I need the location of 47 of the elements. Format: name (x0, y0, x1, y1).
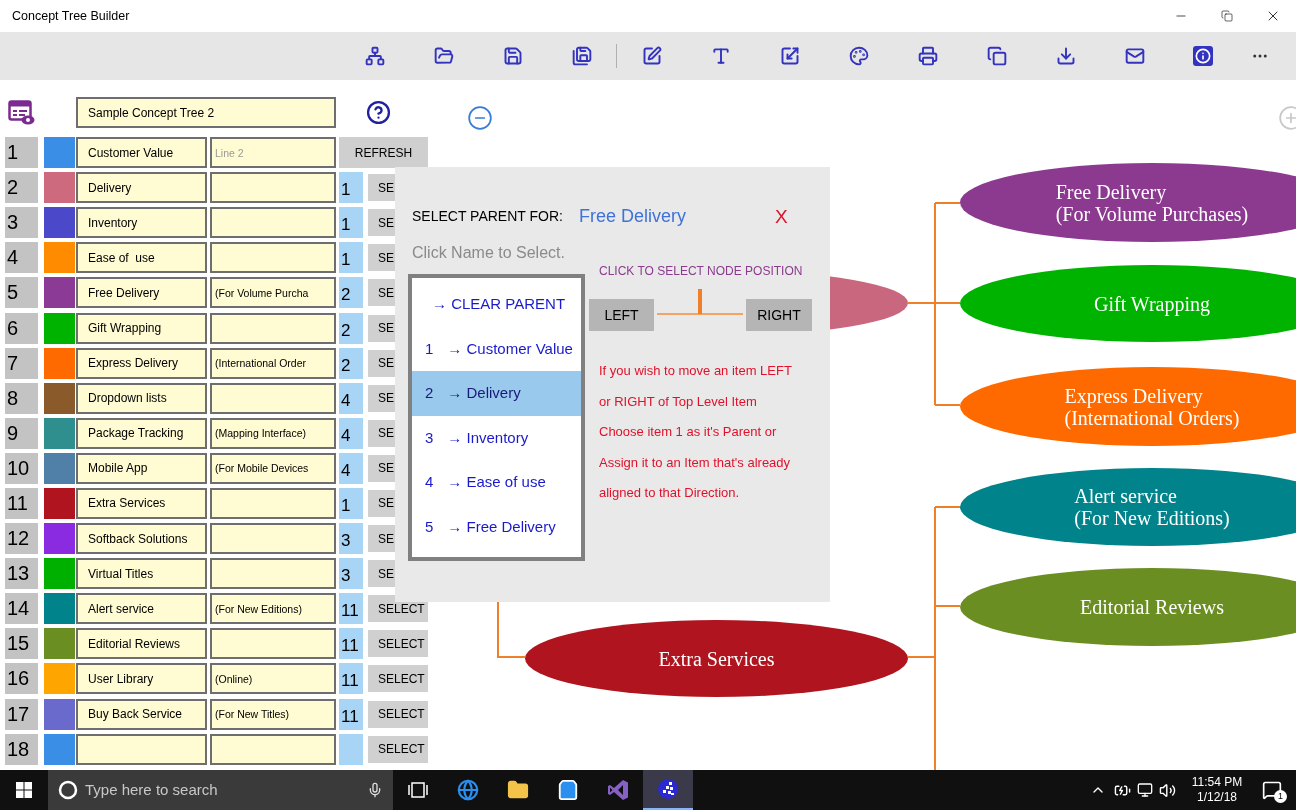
parent-number: 4 (339, 382, 363, 414)
row-number: 6 (5, 312, 38, 344)
parent-number: 1 (339, 172, 363, 204)
parent-number: 11 (339, 698, 363, 730)
row-number: 13 (5, 558, 38, 590)
row-number: 18 (5, 733, 38, 765)
dialog-hint: Click Name to Select. (412, 243, 565, 263)
row-number: 5 (5, 277, 38, 309)
parent-number: 11 (339, 628, 363, 660)
row-number: 14 (5, 593, 38, 625)
row-number: 2 (5, 172, 38, 204)
parent-number: 4 (339, 417, 363, 449)
row-number: 17 (5, 698, 38, 730)
parent-number: 3 (339, 558, 363, 590)
row-number: 10 (5, 452, 38, 484)
parent-number: 4 (339, 452, 363, 484)
row-number: 9 (5, 417, 38, 449)
row-number: 7 (5, 347, 38, 379)
parent-number: 1 (339, 488, 363, 519)
parent-number: 2 (339, 347, 363, 379)
parent-number: 3 (339, 523, 363, 555)
node-label: Free Delivery (For Volume Purchases) (1055, 180, 1249, 225)
position-note: If you wish to move an item LEFT or RIGHT of Top Level Item Choose item 1 as it's Parent or Assign it to an Item that's already aligned to that Direction. (599, 362, 792, 502)
row-number: 12 (5, 523, 38, 555)
parent-number: 11 (339, 663, 363, 695)
dialog-heading: SELECT PARENT FOR: (412, 207, 563, 226)
window-title: Concept Tree Builder (12, 7, 130, 25)
parent-number: 1 (339, 242, 363, 274)
node-label: Extra Services (658, 647, 775, 670)
parent-number: 2 (339, 277, 363, 309)
parent-number: 2 (339, 312, 363, 344)
parent-number: 1 (339, 207, 363, 239)
row-number: 8 (5, 382, 38, 414)
row-number: 3 (5, 207, 38, 239)
row-number: 15 (5, 628, 38, 660)
node-label: Alert service (For New Editions) (1074, 485, 1230, 529)
node-label: Gift Wrapping (1094, 292, 1210, 315)
notification-count: 1 (1274, 790, 1287, 803)
position-heading: CLICK TO SELECT NODE POSITION (599, 263, 803, 280)
row-number: 1 (5, 137, 38, 169)
row-number: 4 (5, 242, 38, 274)
target-name: Free Delivery (578, 205, 686, 228)
parent-number: 11 (339, 593, 363, 625)
row-number: 16 (5, 663, 38, 695)
row-number: 11 (5, 488, 38, 519)
node-label: Editorial Reviews (1080, 596, 1224, 618)
node-label: Express Delivery (International Orders) (1064, 384, 1240, 429)
